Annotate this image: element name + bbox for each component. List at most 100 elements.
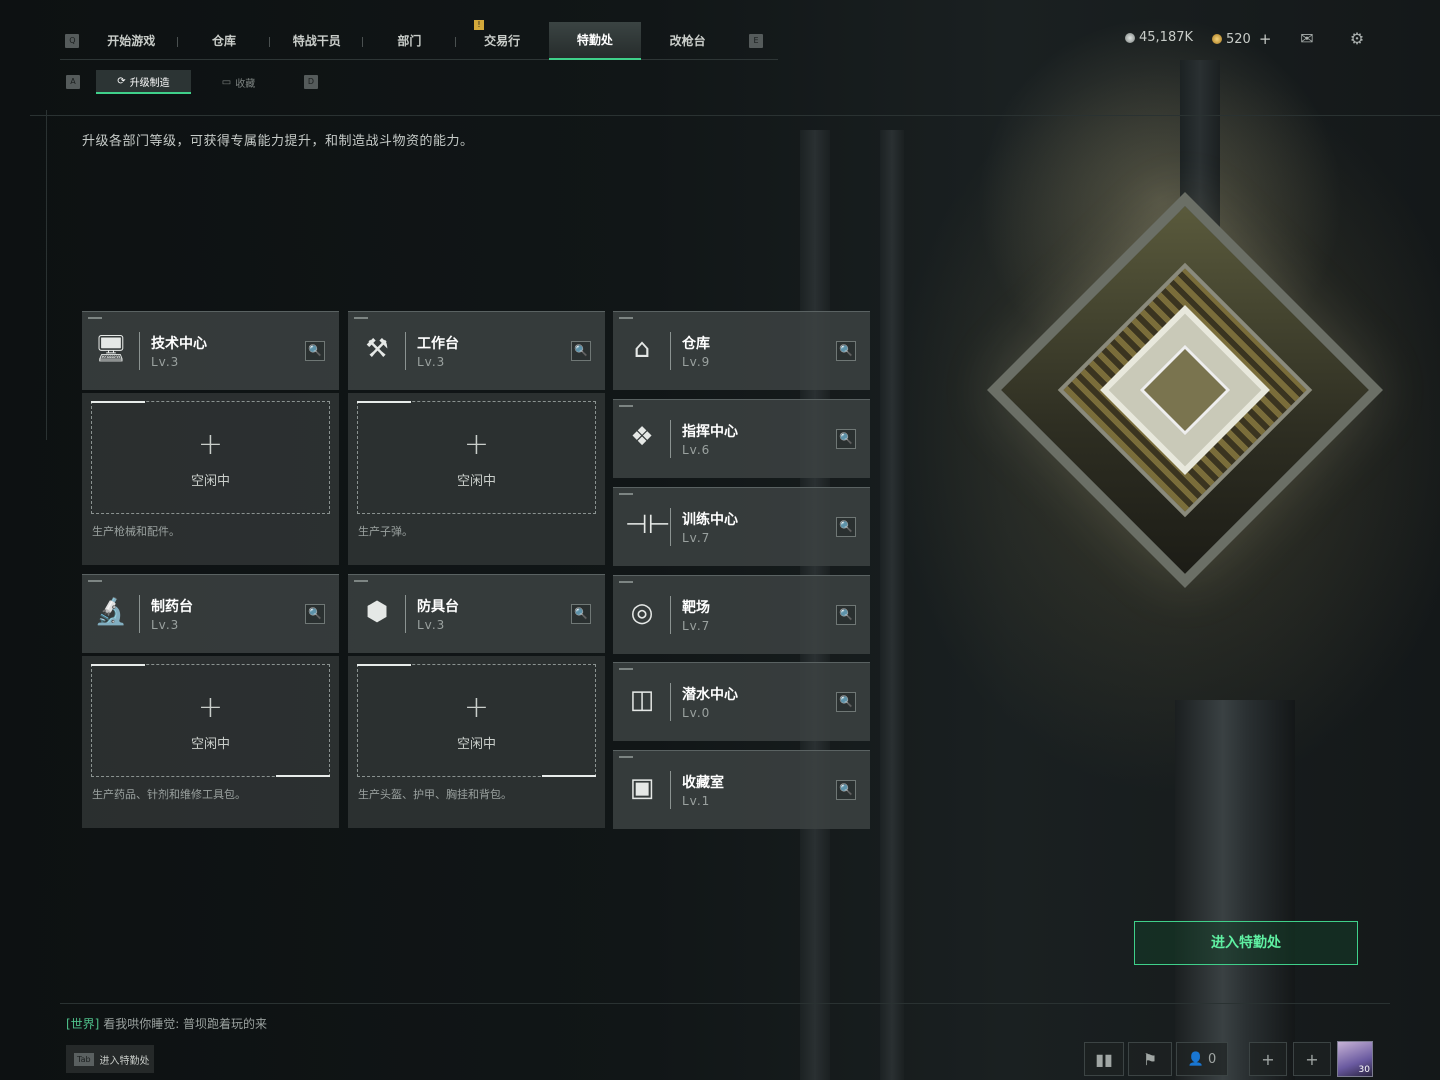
slot-status: 空闲中 (456, 474, 496, 489)
dept-card-workbench[interactable]: ⚒ 工作台 Lv.3 🔍 (348, 311, 605, 390)
cubes-icon: ⬢ (365, 597, 389, 627)
tab-label: 改枪台 (669, 34, 706, 48)
slot-description: 生产子弹。 (358, 525, 413, 538)
main-nav: Q 开始游戏 仓库 特战干员 部门 交易行 特勤处 改枪台 E (60, 21, 778, 60)
dept-card-shooting-range[interactable]: ◎ 靶场 Lv.7 🔍 (613, 575, 870, 654)
dept-card-command-center[interactable]: ❖ 指挥中心 Lv.6 🔍 (613, 399, 870, 478)
dept-name: 制药台 (151, 599, 193, 615)
stats-icon[interactable]: ▮▮ (1084, 1042, 1124, 1076)
slot-description: 生产头盔、护甲、胸挂和背包。 (358, 788, 512, 801)
silver-amount: 45,187K (1139, 30, 1194, 45)
goggles-icon: ◫ (629, 685, 655, 715)
tools-icon: ⚒ (365, 334, 389, 364)
tab-hint[interactable]: Tab 进入特勤处 (66, 1045, 154, 1073)
dept-level: Lv.3 (151, 618, 180, 632)
add-production-icon: + (463, 690, 490, 725)
mail-icon[interactable]: ✉ (1297, 30, 1317, 48)
gold-amount: 520 (1226, 31, 1251, 47)
player-avatar[interactable]: 30 (1337, 1041, 1373, 1077)
display-case-icon: ▣ (629, 773, 655, 803)
search-icon[interactable]: 🔍 (836, 605, 856, 625)
friends-icon: 👤 (1187, 1051, 1204, 1067)
search-icon[interactable]: 🔍 (836, 429, 856, 449)
tab-warehouse[interactable]: 仓库 (178, 22, 271, 60)
dept-name: 技术中心 (151, 336, 207, 352)
dept-name: 指挥中心 (682, 424, 738, 440)
cube-support-column (1175, 700, 1295, 1080)
dept-level: Lv.3 (151, 355, 180, 369)
friends-count: 0 (1207, 1051, 1217, 1067)
production-slot[interactable]: + 空闲中 (357, 664, 596, 777)
microscope-icon: 🔬 (94, 597, 128, 627)
dept-card-diving-center[interactable]: ◫ 潜水中心 Lv.0 🔍 (613, 662, 870, 741)
tab-collection[interactable]: ▭ 收藏 (191, 70, 286, 94)
background-pillar (880, 130, 904, 1080)
collection-icon: ▭ (221, 76, 232, 88)
search-icon[interactable]: 🔍 (571, 604, 591, 624)
tab-hint-label: 进入特勤处 (99, 1055, 150, 1067)
dumbbell-icon: ⊣⊢ (625, 510, 671, 540)
tab-special-ops[interactable]: 特勤处 (548, 21, 642, 60)
tab-label: 仓库 (211, 34, 236, 48)
dept-card-warehouse[interactable]: ⌂ 仓库 Lv.9 🔍 (613, 311, 870, 390)
dept-card-collection-room[interactable]: ▣ 收藏室 Lv.1 🔍 (613, 750, 870, 829)
search-icon[interactable]: 🔍 (571, 341, 591, 361)
warehouse-icon: ⌂ (633, 334, 651, 364)
dept-level: Lv.3 (417, 355, 446, 369)
page-description: 升级各部门等级，可获得专属能力提升，和制造战斗物资的能力。 (82, 134, 474, 149)
a-key-icon[interactable]: A (66, 75, 80, 89)
flag-icon[interactable]: ⚑ (1128, 1042, 1172, 1076)
dept-card-training-center[interactable]: ⊣⊢ 训练中心 Lv.7 🔍 (613, 487, 870, 566)
tab-label: 特战干员 (292, 34, 341, 48)
tab-upgrade-craft[interactable]: ⟳ 升级制造 (96, 70, 191, 94)
dept-name: 工作台 (417, 336, 459, 352)
silver-currency: 45,187K (1125, 30, 1193, 45)
nav-next-key[interactable]: E (734, 33, 778, 48)
dept-card-tech-center[interactable]: 🖥 技术中心 Lv.3 🔍 (82, 311, 339, 390)
production-panel-pharmacy: + 空闲中 生产药品、针剂和维修工具包。 (82, 656, 339, 828)
dept-name: 仓库 (682, 336, 710, 352)
dept-card-pharmacy[interactable]: 🔬 制药台 Lv.3 🔍 (82, 574, 339, 653)
production-slot[interactable]: + 空闲中 (357, 401, 596, 514)
chat-message[interactable]: [世界] 看我哄你睡觉: 普坝跑着玩的来 (66, 1015, 267, 1032)
slot-status: 空闲中 (456, 737, 496, 752)
frame-line (60, 1003, 1390, 1004)
production-slot[interactable]: + 空闲中 (91, 664, 330, 777)
settings-gear-icon[interactable]: ⚙ (1347, 30, 1367, 48)
add-party-slot-icon[interactable]: + (1293, 1042, 1331, 1076)
notification-badge: ! (474, 20, 484, 30)
frame-line (46, 110, 47, 440)
nav-prev-key[interactable]: Q (60, 33, 85, 48)
enter-special-ops-button[interactable]: 进入特勤处 (1134, 921, 1358, 965)
dept-card-armor-bench[interactable]: ⬢ 防具台 Lv.3 🔍 (348, 574, 605, 653)
add-production-icon: + (197, 690, 224, 725)
dept-level: Lv.7 (682, 531, 711, 545)
e-key-icon: E (748, 33, 763, 48)
upgrade-icon: ⟳ (117, 75, 126, 87)
subtab-label: 升级制造 (129, 77, 170, 89)
search-icon[interactable]: 🔍 (836, 517, 856, 537)
tab-trading[interactable]: 交易行 (456, 22, 549, 60)
search-icon[interactable]: 🔍 (305, 341, 325, 361)
add-party-slot-icon[interactable]: + (1249, 1042, 1287, 1076)
search-icon[interactable]: 🔍 (305, 604, 325, 624)
tab-start-game[interactable]: 开始游戏 (85, 22, 178, 60)
q-key-icon: Q (65, 33, 80, 48)
add-production-icon: + (197, 427, 224, 462)
friends-button[interactable]: 👤 0 (1176, 1042, 1228, 1076)
production-slot[interactable]: + 空闲中 (91, 401, 330, 514)
tab-gunsmith[interactable]: 改枪台 (641, 22, 734, 60)
tab-key-icon: Tab (74, 1052, 94, 1066)
search-icon[interactable]: 🔍 (836, 692, 856, 712)
add-currency-button[interactable]: + (1259, 30, 1272, 48)
search-icon[interactable]: 🔍 (836, 341, 856, 361)
frame-line (30, 115, 1440, 116)
d-key-icon[interactable]: D (304, 75, 318, 89)
tab-operators[interactable]: 特战干员 (270, 22, 364, 60)
search-icon[interactable]: 🔍 (836, 780, 856, 800)
tab-label: 部门 (397, 34, 422, 48)
tab-departments[interactable]: 部门 (363, 22, 456, 60)
dept-level: Lv.9 (682, 355, 711, 369)
add-production-icon: + (463, 427, 490, 462)
target-icon: ◎ (630, 598, 654, 628)
